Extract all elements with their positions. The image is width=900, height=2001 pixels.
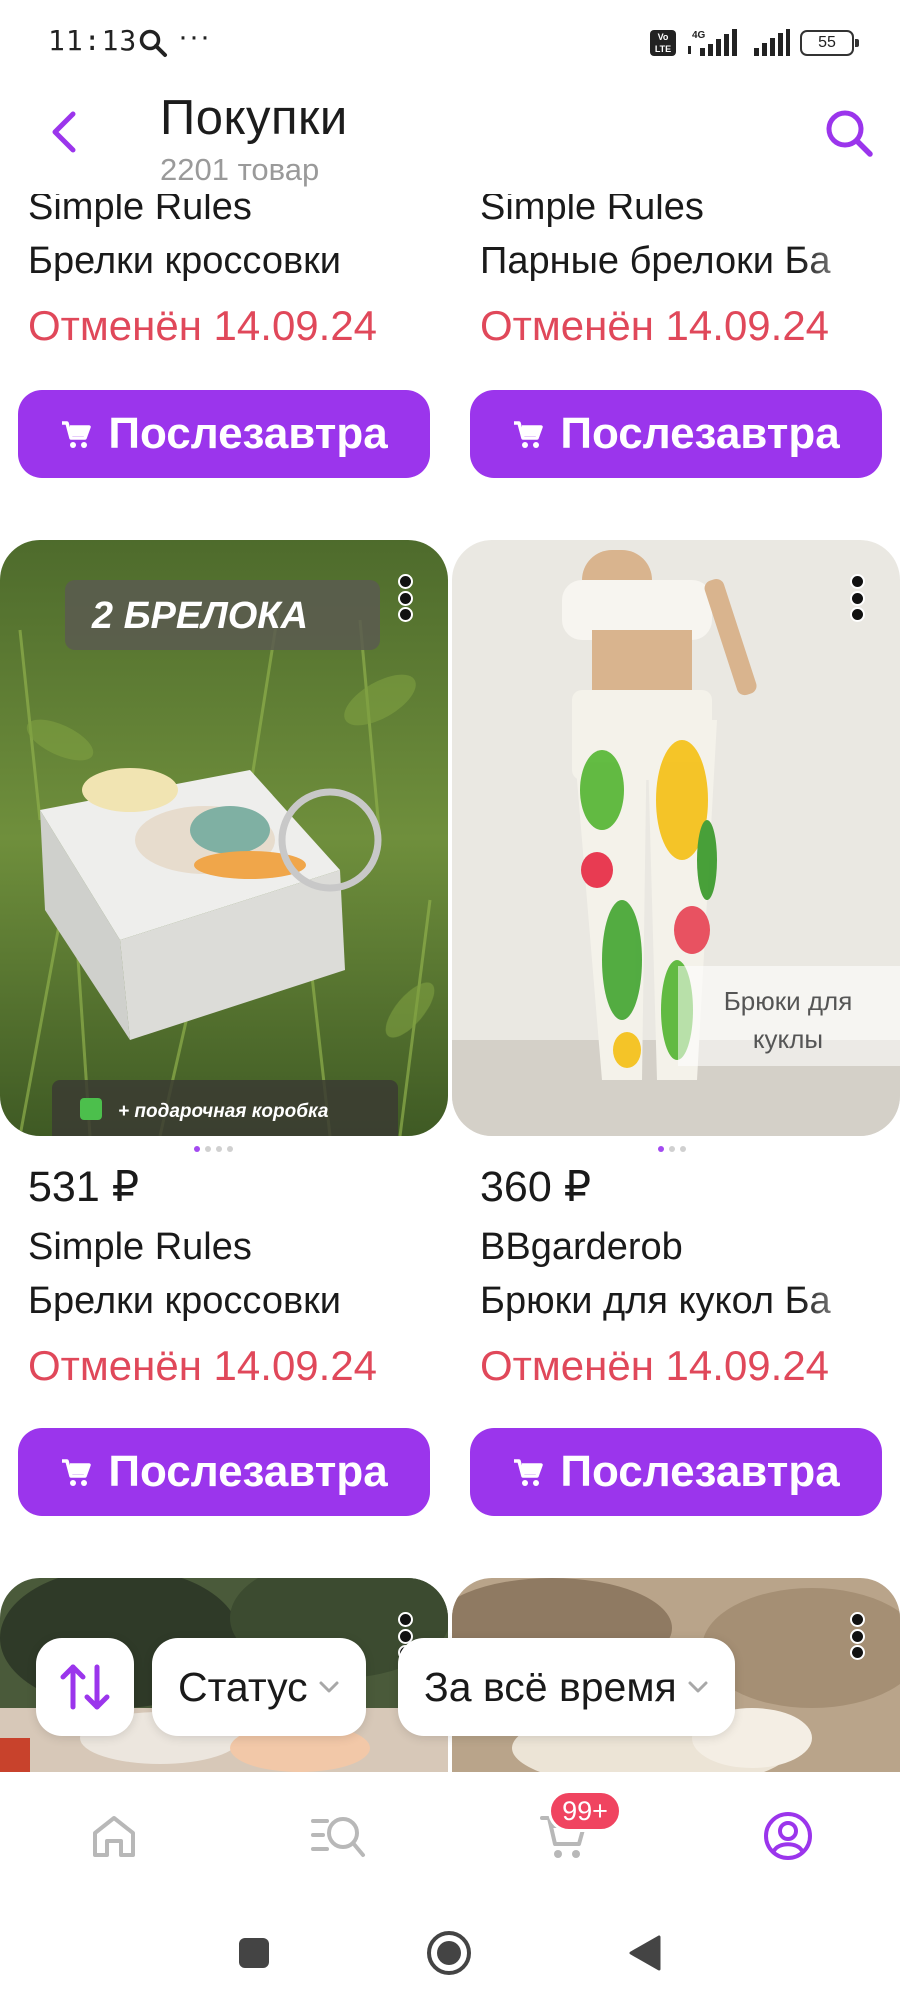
product-name: Брелки кроссовки bbox=[28, 1280, 342, 1322]
period-filter-label: За всё время bbox=[424, 1663, 677, 1710]
home-system-button[interactable] bbox=[424, 1928, 474, 1978]
product-card[interactable]: Simple Rules Брелки кроссовки Отменён 14… bbox=[0, 0, 448, 480]
square-icon bbox=[239, 1938, 269, 1968]
buy-button[interactable]: Послезавтра bbox=[470, 1428, 882, 1516]
image-footer: + подарочная коробка bbox=[118, 1101, 329, 1122]
chevron-down-icon bbox=[688, 1681, 708, 1693]
nav-profile[interactable] bbox=[758, 1806, 818, 1866]
order-status: Отменён 14.09.24 bbox=[28, 302, 378, 349]
order-status: Отменён 14.09.24 bbox=[480, 302, 830, 349]
product-brand: BBgarderob bbox=[480, 1226, 683, 1268]
buy-button-label: Послезавтра bbox=[560, 409, 840, 458]
cart-icon bbox=[514, 421, 544, 448]
buy-button-label: Послезавтра bbox=[108, 1447, 388, 1496]
buy-button[interactable]: Послезавтра bbox=[18, 1428, 430, 1516]
product-brand: Simple Rules bbox=[28, 1226, 252, 1268]
system-navigation bbox=[0, 1900, 900, 2001]
sort-arrows-icon bbox=[60, 1664, 110, 1710]
back-system-button[interactable] bbox=[620, 1928, 670, 1978]
doll-pants-photo: Брюки для куклы bbox=[452, 540, 900, 1136]
search-icon bbox=[826, 110, 873, 157]
buy-button-label: Послезавтра bbox=[108, 409, 388, 458]
buy-button-label: Послезавтра bbox=[560, 1447, 840, 1496]
buy-button[interactable]: Послезавтра bbox=[470, 390, 882, 478]
product-image[interactable]: 2 БРЕЛОКА + подарочная коробка bbox=[0, 540, 448, 1136]
chevron-left-icon bbox=[52, 111, 76, 153]
keychain-sneakers-photo: 2 БРЕЛОКА + подарочная коробка bbox=[0, 540, 448, 1136]
search-button[interactable] bbox=[818, 102, 880, 164]
cart-icon bbox=[514, 1459, 544, 1486]
status-filter-label: Статус bbox=[178, 1663, 308, 1710]
sort-button[interactable] bbox=[36, 1638, 134, 1736]
back-button[interactable] bbox=[36, 104, 92, 160]
image-pager bbox=[194, 1146, 233, 1152]
product-name: Брюки для кукол Ба bbox=[480, 1280, 831, 1322]
circle-icon bbox=[427, 1931, 471, 1975]
recents-button[interactable] bbox=[229, 1928, 279, 1978]
nav-home[interactable] bbox=[84, 1806, 144, 1866]
product-card[interactable]: Simple Rules Парные брелоки Ба Отменён 1… bbox=[452, 0, 900, 480]
order-status: Отменён 14.09.24 bbox=[480, 1342, 830, 1389]
page-title: Покупки bbox=[160, 91, 348, 145]
product-price: 531 ₽ bbox=[28, 1163, 140, 1211]
bottom-navigation: 99+ bbox=[0, 1772, 900, 1900]
nav-catalog[interactable] bbox=[308, 1806, 368, 1866]
image-label: 2 БРЕЛОКА bbox=[91, 595, 308, 637]
product-price: 360 ₽ bbox=[480, 1163, 592, 1211]
cart-icon bbox=[62, 1459, 92, 1486]
page-header: Покупки 2201 товар bbox=[0, 84, 900, 194]
product-name: Парные брелоки Ба bbox=[480, 240, 831, 282]
image-pager bbox=[658, 1146, 686, 1152]
buy-button[interactable]: Послезавтра bbox=[18, 390, 430, 478]
product-image[interactable]: Брюки для куклы bbox=[452, 540, 900, 1136]
filter-bar: Статус За всё время bbox=[0, 1638, 900, 1738]
catalog-icon bbox=[311, 1817, 365, 1857]
profile-icon bbox=[764, 1812, 812, 1860]
product-name: Брелки кроссовки bbox=[28, 240, 342, 282]
home-icon bbox=[93, 1816, 135, 1857]
more-options-icon[interactable] bbox=[397, 574, 413, 622]
triangle-back-icon bbox=[629, 1935, 661, 1971]
item-count: 2201 товар bbox=[160, 152, 320, 187]
cart-icon bbox=[62, 421, 92, 448]
product-card[interactable]: Брюки для куклы 360 ₽ BBgarderob Брюки дл… bbox=[452, 540, 900, 1520]
cart-badge: 99+ bbox=[548, 1790, 622, 1832]
product-card[interactable]: 2 БРЕЛОКА + подарочная коробка 531 ₽ Sim… bbox=[0, 540, 448, 1520]
order-status: Отменён 14.09.24 bbox=[28, 1342, 378, 1389]
period-filter[interactable]: За всё время bbox=[398, 1638, 735, 1736]
more-options-icon[interactable] bbox=[849, 574, 865, 622]
chevron-down-icon bbox=[319, 1681, 339, 1693]
status-filter[interactable]: Статус bbox=[152, 1638, 366, 1736]
